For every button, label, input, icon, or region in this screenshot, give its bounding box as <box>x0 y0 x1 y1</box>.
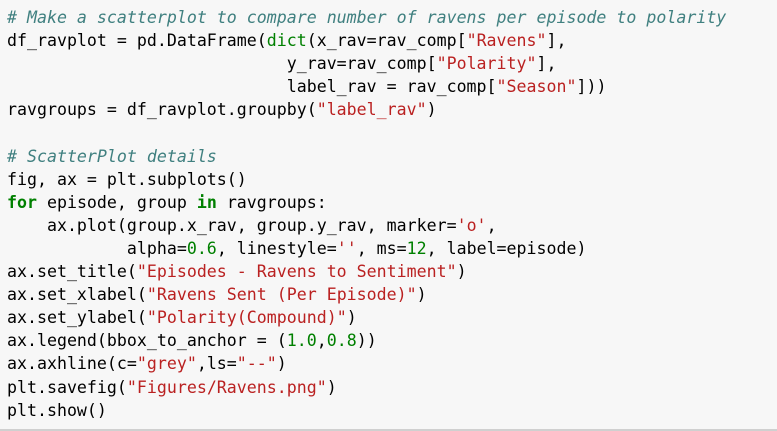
code-token: ax.set_ylabel( <box>7 308 147 328</box>
code-line: ax.set_ylabel("Polarity(Compound)") <box>7 306 726 329</box>
string-token: 'o' <box>456 215 487 235</box>
code-line: for episode, group in ravgroups: <box>7 191 726 214</box>
code-line: plt.savefig("Figures/Ravens.png") <box>7 376 726 399</box>
code-token: ravgroups: <box>216 192 327 212</box>
code-token: , linestyle= <box>216 238 337 258</box>
code-token: ) <box>346 308 357 328</box>
string-token: "Ravens Sent (Per Episode)" <box>146 285 417 305</box>
code-line: ax.set_title("Episodes - Ravens to Senti… <box>7 260 726 283</box>
string-token: "Ravens" <box>466 31 547 51</box>
code-token: ax.set_title( <box>7 262 137 282</box>
code-line: ax.set_xlabel("Ravens Sent (Per Episode)… <box>7 283 726 306</box>
code-token: df_ravplot = pd.DataFrame( <box>7 31 267 51</box>
string-token: "--" <box>236 354 277 374</box>
string-token: "Season" <box>496 77 577 97</box>
code-line: df_ravplot = pd.DataFrame(dict(x_rav=rav… <box>7 29 726 52</box>
string-token: "Polarity" <box>436 54 537 74</box>
code-token: (x_rav=rav_comp[ <box>306 31 467 51</box>
code-token: ) <box>416 285 427 305</box>
code-token: )) <box>356 331 377 351</box>
code-token: ax.plot(group.x_rav, group.y_rav, marker… <box>7 215 457 235</box>
code-line: ax.legend(bbox_to_anchor = (1.0,0.8)) <box>7 329 726 352</box>
string-token: "grey" <box>136 354 197 374</box>
code-line: plt.show() <box>7 399 726 422</box>
code-token: label_rav = rav_comp[ <box>7 77 497 97</box>
string-token: "Polarity(Compound)" <box>146 308 347 328</box>
code-cell[interactable]: # Make a scatterplot to compare number o… <box>0 0 777 431</box>
code-token: ravgroups = df_ravplot.groupby( <box>7 100 317 120</box>
code-token: ) <box>326 377 337 397</box>
code-token: episode, group <box>36 192 197 212</box>
string-token: "label_rav" <box>316 100 427 120</box>
number-token: 12 <box>406 238 427 258</box>
code-line: # Make a scatterplot to compare number o… <box>7 6 726 29</box>
code-token: ax.axhline(c= <box>7 354 137 374</box>
code-token: , label=episode) <box>426 238 587 258</box>
code-token: plt.show() <box>7 400 107 420</box>
code-line: fig, ax = plt.subplots() <box>7 168 726 191</box>
code-token: ax.legend(bbox_to_anchor = ( <box>7 331 287 351</box>
string-token: "Episodes - Ravens to Sentiment" <box>136 262 457 282</box>
code-token: y_rav=rav_comp[ <box>7 54 437 74</box>
code-token: ])) <box>576 77 607 97</box>
string-token: '' <box>336 238 357 258</box>
number-token: 0.8 <box>326 331 357 351</box>
code-token: , <box>486 215 497 235</box>
code-line: ax.plot(group.x_rav, group.y_rav, marker… <box>7 214 726 237</box>
code-editor[interactable]: # Make a scatterplot to compare number o… <box>7 6 726 422</box>
code-token: fig, ax = plt.subplots() <box>7 169 247 189</box>
code-line: ax.axhline(c="grey",ls="--") <box>7 352 726 375</box>
string-token: "Figures/Ravens.png" <box>126 377 327 397</box>
code-token: ], <box>546 31 567 51</box>
code-token: ) <box>426 100 437 120</box>
code-token: ax.set_xlabel( <box>7 285 147 305</box>
code-token: ) <box>276 354 287 374</box>
keyword-token: in <box>196 192 217 212</box>
code-line: alpha=0.6, linestyle='', ms=12, label=ep… <box>7 237 726 260</box>
builtin-token: dict <box>266 31 307 51</box>
number-token: 0.6 <box>186 238 217 258</box>
code-token: , ms= <box>356 238 407 258</box>
keyword-token: for <box>7 192 37 212</box>
comment-token: # ScatterPlot details <box>7 146 217 166</box>
code-token: plt.savefig( <box>7 377 127 397</box>
code-token: , <box>316 331 327 351</box>
number-token: 1.0 <box>286 331 317 351</box>
code-line: # ScatterPlot details <box>7 145 726 168</box>
code-line: label_rav = rav_comp["Season"])) <box>7 75 726 98</box>
code-line: ravgroups = df_ravplot.groupby("label_ra… <box>7 98 726 121</box>
code-token: alpha= <box>7 238 187 258</box>
code-line: y_rav=rav_comp["Polarity"], <box>7 52 726 75</box>
code-token: ], <box>536 54 557 74</box>
comment-token: # Make a scatterplot to compare number o… <box>7 8 727 27</box>
code-token: ) <box>456 262 467 282</box>
code-token: ,ls= <box>196 354 237 374</box>
